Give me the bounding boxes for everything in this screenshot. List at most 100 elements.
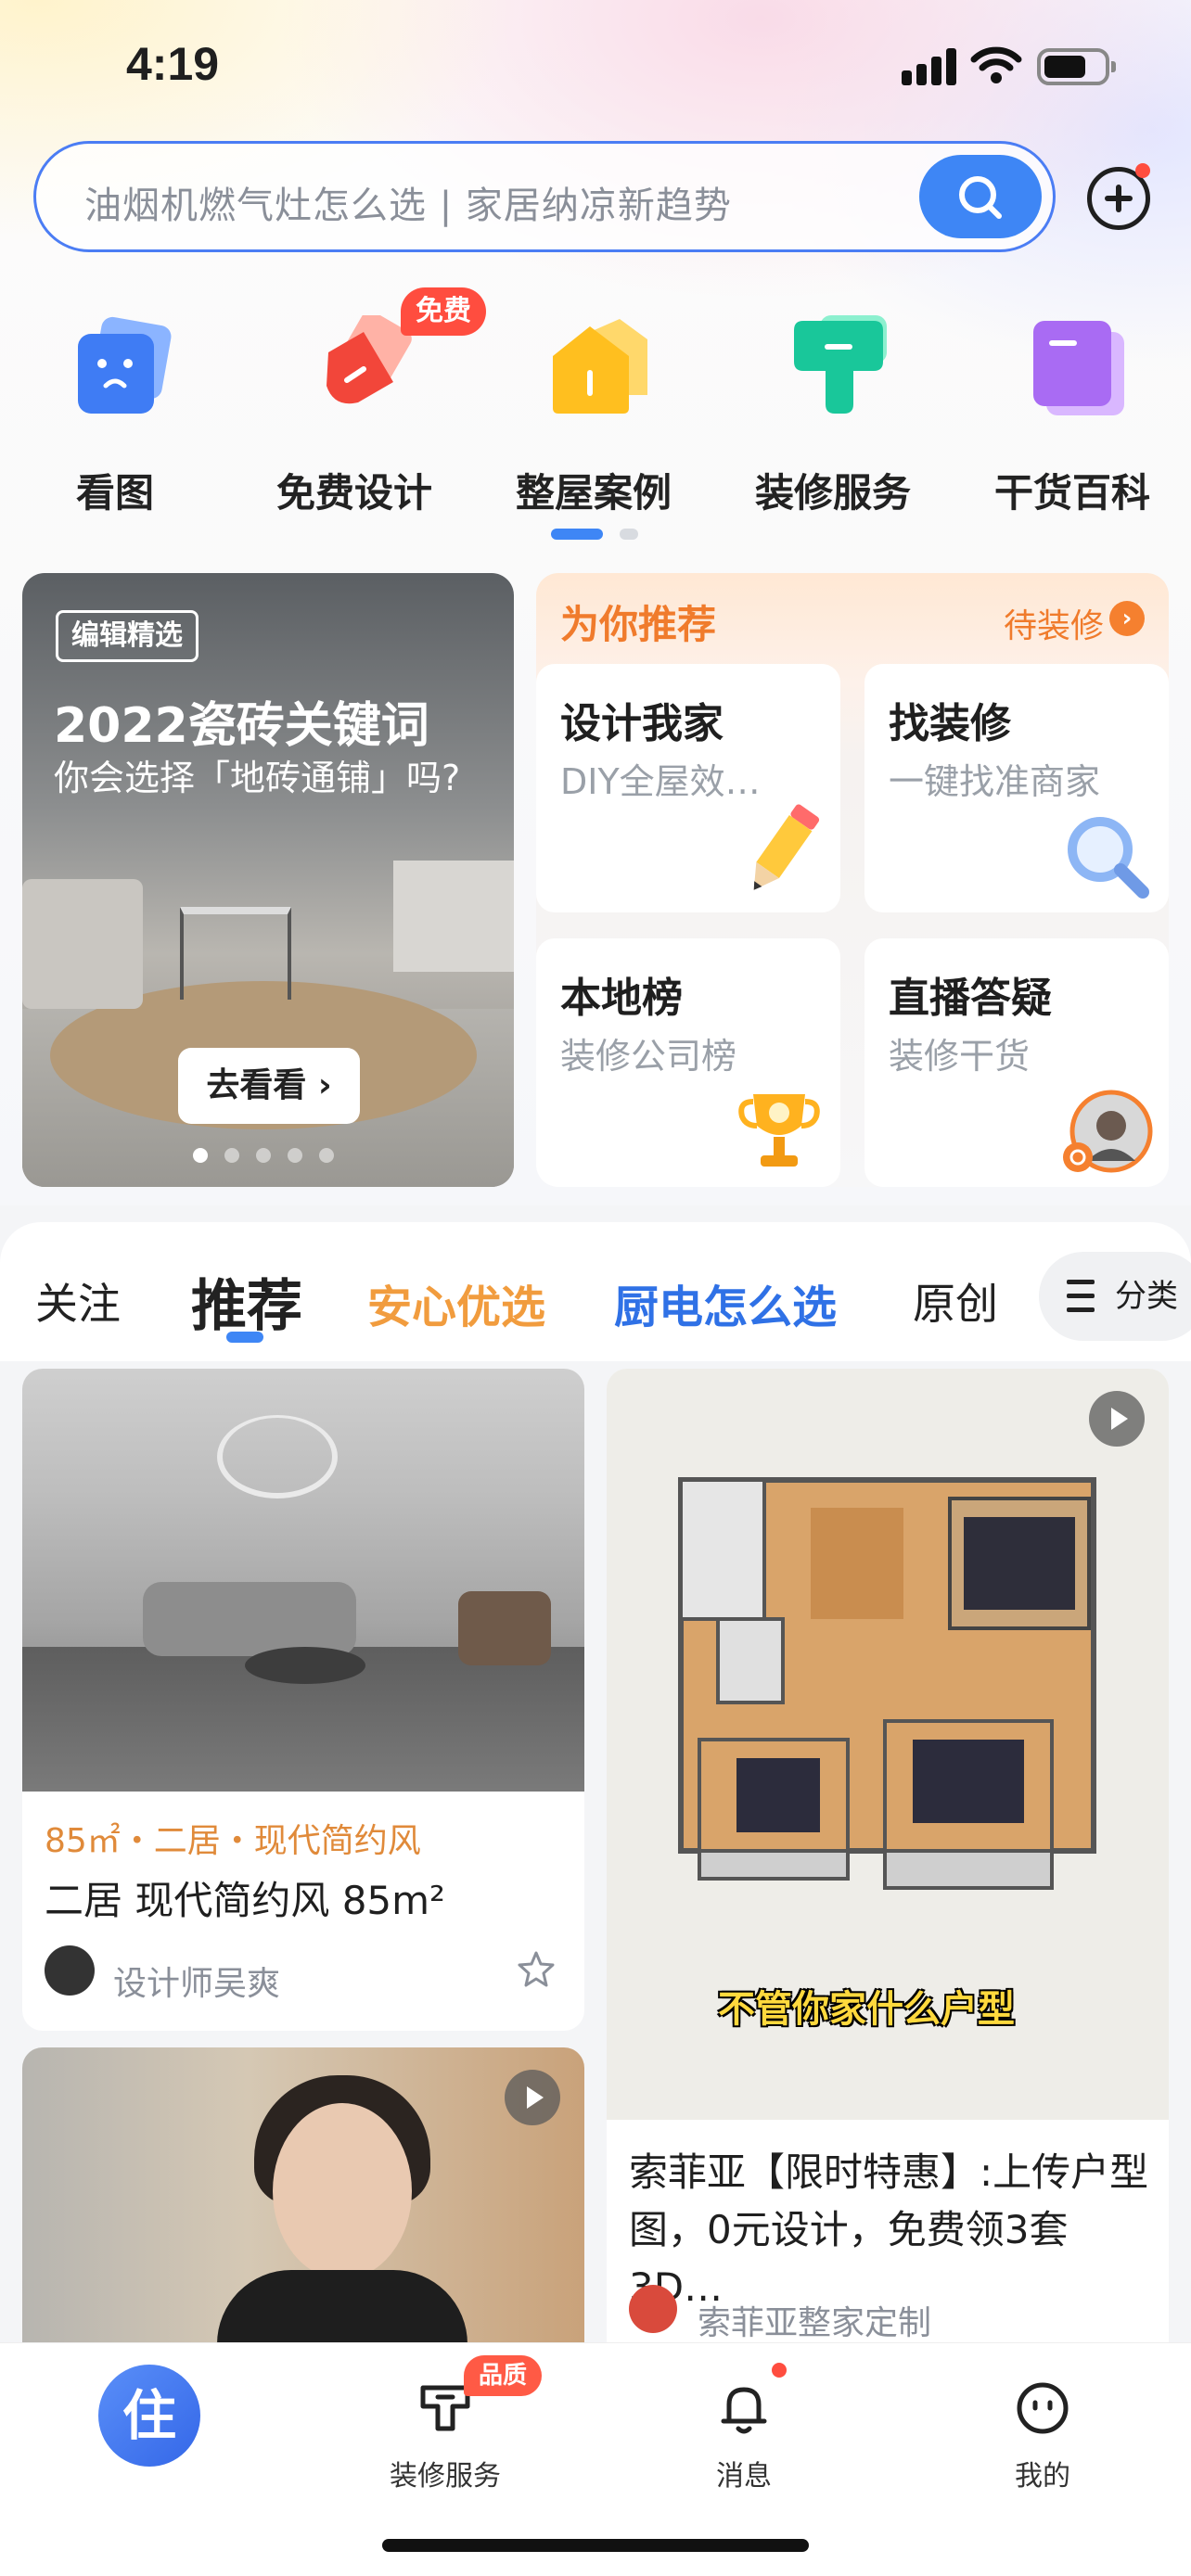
living-room-image (22, 1369, 584, 1792)
live-avatar-icon (1063, 1090, 1153, 1173)
recommend-title: 为你推荐 (560, 602, 717, 647)
renovation-service-icon (794, 315, 887, 414)
card-find-renovation[interactable]: 找装修 一键找准商家 (864, 664, 1169, 912)
to-renovate-link[interactable]: 待装修 (1004, 599, 1104, 647)
card-design-my-home[interactable]: 设计我家 DIY全屋效… (536, 664, 840, 912)
card-title: 本地榜 (560, 975, 683, 1022)
tab-original[interactable]: 原创 (913, 1270, 998, 1332)
feed-card-living-room[interactable]: 85㎡・二居・现代简约风 二居 现代简约风 85m² 设计师吴爽 (22, 1369, 584, 2031)
card-title: 直播答疑 (889, 975, 1052, 1022)
menu-icon (1067, 1280, 1095, 1313)
card-title: 索菲亚【限时特惠】:上传户型图，0元设计，免费领3套3D… (629, 2149, 1149, 2310)
avatar[interactable] (45, 1945, 95, 1996)
feed-tab-bar: 关注 推荐 安心优选 厨电怎么选 原创 分类 (0, 1222, 1191, 1361)
banner-subtitle: 你会选择「地砖通铺」吗? (54, 758, 461, 798)
category-house-case[interactable]: 整屋案例 (501, 306, 686, 519)
room-coffee-table (245, 1647, 365, 1684)
search-icon (959, 176, 1002, 219)
card-local-ranking[interactable]: 本地榜 装修公司榜 (536, 938, 840, 1187)
banner-title: 2022瓷砖关键词 (54, 698, 429, 754)
card-subtitle: DIY全屋效… (560, 761, 761, 802)
person-face (273, 2103, 412, 2279)
card-subtitle: 装修干货 (889, 1036, 1031, 1077)
status-time: 4:19 (126, 38, 220, 90)
free-design-icon (327, 315, 412, 404)
classify-button[interactable]: 分类 (1039, 1252, 1191, 1341)
feed-card-video[interactable] (22, 2047, 584, 2353)
category-pager-active (551, 529, 603, 540)
category-free-design[interactable]: 免费设计 (262, 306, 447, 519)
card-subtitle: 一键找准商家 (889, 761, 1101, 802)
category-row: 看图 免费设计 整屋案例 装修服务 干货百科 (0, 306, 1191, 529)
category-renovation-service[interactable]: 装修服务 (740, 306, 926, 519)
active-tab-indicator (226, 1332, 263, 1343)
status-bar: 4:19 (0, 0, 1191, 139)
classify-label: 分类 (1115, 1278, 1178, 1315)
banner-table (180, 907, 291, 1000)
card-title: 二居 现代简约风 85m² (45, 1878, 445, 1923)
battery-icon (1037, 48, 1116, 85)
category-label: 免费设计 (275, 470, 432, 516)
room-chair (458, 1591, 551, 1665)
message-dot (772, 2363, 787, 2378)
tab-preferred[interactable]: 安心优选 (367, 1270, 545, 1335)
feed-card-floor-plan[interactable]: 不管你家什么户型 索菲亚【限时特惠】:上传户型图，0元设计，免费领3套3D… 索… (607, 1369, 1169, 2353)
tab-recommend[interactable]: 推荐 (191, 1261, 302, 1342)
star-icon[interactable] (516, 1949, 557, 1990)
bell-icon (721, 2387, 767, 2434)
card-tags: 85㎡・二居・现代简约风 (45, 1822, 421, 1860)
nav-label: 我的 (1015, 2460, 1070, 2493)
nav-label: 消息 (716, 2460, 772, 2493)
house-case-icon (553, 319, 647, 414)
go-see-button[interactable]: 去看看 › (178, 1048, 360, 1124)
nav-messages[interactable]: 消息 (651, 2343, 837, 2529)
tab-follow[interactable]: 关注 (35, 1270, 121, 1332)
category-label: 干货百科 (993, 470, 1150, 516)
room-sofa (143, 1582, 356, 1656)
room-chandelier (217, 1415, 338, 1498)
trophy-icon (738, 1094, 820, 1167)
nav-mine[interactable]: 我的 (950, 2343, 1135, 2529)
card-title: 找装修 (889, 700, 1011, 747)
recommend-panel: 为你推荐 待装修 › 设计我家 DIY全屋效… 找装修 一键找准商家 本地榜 装… (536, 573, 1169, 1187)
search-bar[interactable]: 油烟机燃气灶怎么选 | 家居纳凉新趋势 (33, 141, 1056, 252)
search-button[interactable] (919, 155, 1042, 238)
editor-pick-tag: 编辑精选 (56, 610, 198, 662)
category-pager-inactive (620, 529, 638, 540)
video-caption: 不管你家什么户型 (718, 1988, 1015, 2031)
category-view-pictures[interactable]: 看图 (22, 306, 208, 519)
smile-profile-icon (1017, 2382, 1069, 2434)
category-encyclopedia[interactable]: 干货百科 (980, 306, 1165, 519)
home-indicator (382, 2539, 809, 2552)
view-pictures-icon (78, 316, 172, 414)
author-name[interactable]: 设计师吴爽 (113, 1957, 280, 2005)
wifi-icon (970, 46, 1022, 83)
category-label: 整屋案例 (515, 470, 672, 516)
quality-badge: 品质 (464, 2355, 542, 2396)
card-live-qa[interactable]: 直播答疑 装修干货 (864, 938, 1169, 1187)
cellular-signal-icon (902, 48, 959, 85)
kitchen-video-image (22, 2047, 584, 2353)
category-label: 装修服务 (754, 470, 911, 516)
banner-sofa (22, 879, 143, 1009)
nav-home-button[interactable]: 住 (98, 2365, 200, 2467)
notification-dot (1135, 163, 1150, 178)
nav-label: 装修服务 (390, 2460, 501, 2493)
play-icon[interactable] (1089, 1391, 1145, 1447)
banner-cabinet (393, 861, 514, 972)
chevron-right-icon[interactable]: › (1109, 601, 1145, 636)
banner-pager (193, 1148, 351, 1167)
play-icon[interactable] (505, 2070, 560, 2125)
free-badge: 免费 (401, 287, 486, 336)
tab-kitchen-appliances[interactable]: 厨电怎么选 (614, 1270, 837, 1335)
author-name[interactable]: 索菲亚整家定制 (698, 2296, 931, 2344)
card-subtitle: 装修公司榜 (560, 1036, 737, 1077)
card-title: 设计我家 (560, 700, 724, 747)
feature-banner[interactable]: 编辑精选 2022瓷砖关键词 你会选择「地砖通铺」吗? 去看看 › (22, 573, 514, 1187)
pencil-icon (753, 804, 820, 890)
brand-logo[interactable] (629, 2285, 677, 2333)
person-shirt (217, 2270, 467, 2353)
category-label: 看图 (75, 470, 154, 516)
search-input[interactable]: 油烟机燃气灶怎么选 | 家居纳凉新趋势 (84, 175, 732, 229)
magnifier-icon (1068, 817, 1149, 899)
